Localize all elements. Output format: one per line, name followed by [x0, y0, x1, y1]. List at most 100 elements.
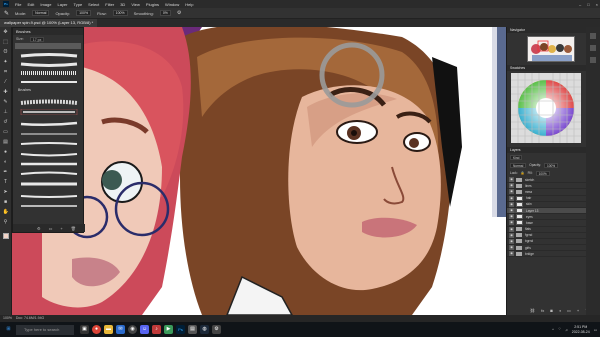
clone-stamp-icon[interactable]: ⊥ [3, 109, 9, 115]
brush-tool-icon[interactable]: ✎ [4, 10, 9, 17]
type-tool-icon[interactable]: T [3, 179, 9, 185]
dodge-tool-icon[interactable]: ◐ [3, 159, 9, 165]
opacity-field[interactable]: 100% [76, 10, 92, 16]
obs-icon[interactable]: ◉ [128, 325, 137, 334]
brush-preset-3[interactable] [19, 69, 79, 77]
visibility-eye-icon[interactable]: ◉ [509, 232, 514, 238]
foreground-color-swatch[interactable] [2, 233, 9, 239]
brush-preset-15[interactable] [19, 203, 79, 209]
photoshop-logo-icon[interactable]: Ps [3, 1, 9, 7]
menu-3d[interactable]: 3D [120, 2, 125, 7]
maximize-icon[interactable]: □ [587, 2, 589, 7]
menu-layer[interactable]: Layer [57, 2, 67, 7]
group-folder-icon[interactable]: ▭ [567, 308, 571, 313]
brush-preset-2[interactable] [19, 61, 79, 67]
new-brush-icon[interactable]: + [60, 226, 62, 231]
navigator-thumbnail[interactable] [527, 36, 575, 62]
smoothing-field[interactable]: 0% [159, 10, 171, 16]
trash-icon[interactable]: 🗑 [71, 226, 76, 231]
menu-window[interactable]: Window [165, 2, 179, 7]
brush-preset-13[interactable] [19, 181, 79, 187]
history-icon[interactable] [590, 33, 596, 39]
notifications-icon[interactable]: ▭ [594, 328, 597, 332]
marquee-tool-icon[interactable]: ⬚ [3, 39, 9, 45]
mail-icon[interactable]: ✉ [116, 325, 125, 334]
visibility-eye-icon[interactable]: ◉ [509, 238, 514, 244]
navigator-panel-title[interactable]: Navigator [507, 27, 586, 33]
visibility-eye-icon[interactable]: ◉ [509, 177, 514, 183]
fx-icon[interactable]: fx [541, 308, 544, 313]
explorer-icon[interactable]: ▬ [104, 325, 113, 334]
brush-preset-7[interactable] [19, 121, 79, 127]
brush-preset-9[interactable] [19, 141, 79, 147]
visibility-eye-icon[interactable]: ◉ [509, 208, 514, 214]
canvas[interactable] [12, 27, 506, 315]
visibility-eye-icon[interactable]: ◉ [509, 214, 514, 220]
gradient-tool-icon[interactable]: ▤ [3, 139, 9, 145]
settings-gear-icon[interactable]: ⚙ [177, 10, 181, 16]
windows-start-icon[interactable]: ⊞ [4, 325, 13, 334]
quick-select-tool-icon[interactable]: ✦ [3, 59, 9, 65]
properties-icon[interactable] [590, 45, 596, 51]
move-tool-icon[interactable]: ✥ [3, 29, 9, 35]
menu-file[interactable]: File [15, 2, 21, 7]
new-folder-icon[interactable]: ▭ [49, 226, 53, 231]
mode-select[interactable]: Normal [32, 10, 50, 16]
visibility-eye-icon[interactable]: ◉ [509, 189, 514, 195]
layer-row[interactable]: ◉ bridge [507, 251, 586, 258]
path-select-icon[interactable]: ➤ [3, 189, 9, 195]
clock[interactable]: 2:51 PM 2022-08-24 [572, 325, 590, 334]
pen-tool-icon[interactable]: ✒ [3, 169, 9, 175]
brush-size-field[interactable]: 17 px [29, 36, 45, 42]
artwork[interactable] [12, 27, 506, 315]
menu-image[interactable]: Image [40, 2, 51, 7]
visibility-eye-icon[interactable]: ◉ [509, 245, 514, 251]
zoom-readout[interactable]: 100% [3, 316, 12, 320]
zoom-tool-icon[interactable]: ⚲ [3, 219, 9, 225]
media-icon[interactable]: ▶ [164, 325, 173, 334]
volume-icon[interactable]: ♫ [565, 328, 568, 332]
crop-tool-icon[interactable]: ⌗ [3, 69, 9, 75]
discord-icon[interactable]: ☺ [140, 325, 149, 334]
swatches-panel-title[interactable]: Swatches [507, 65, 586, 71]
swatch-grid[interactable] [511, 73, 581, 143]
eyedropper-tool-icon[interactable]: ⁄ [3, 79, 9, 85]
menu-filter[interactable]: Filter [105, 2, 114, 7]
hand-tool-icon[interactable]: ✋ [3, 209, 9, 215]
new-layer-icon[interactable]: + [577, 308, 579, 313]
menu-help[interactable]: Help [185, 2, 193, 7]
document-tab[interactable]: wallpaper spin.9.psd @ 100% (Layer 13, R… [0, 19, 98, 27]
brush-tool-icon[interactable]: ✎ [3, 99, 9, 105]
network-icon[interactable]: ⌔ [558, 327, 561, 332]
visibility-eye-icon[interactable]: ◉ [509, 226, 514, 232]
menu-plugins[interactable]: Plugins [146, 2, 159, 7]
flow-field[interactable]: 100% [112, 10, 128, 16]
brush-preset-8[interactable] [19, 131, 79, 137]
visibility-eye-icon[interactable]: ◉ [509, 183, 514, 189]
visibility-eye-icon[interactable]: ◉ [509, 220, 514, 226]
settings-app-icon[interactable]: ⚙ [212, 325, 221, 334]
blend-mode-select[interactable]: Normal [510, 162, 527, 168]
channels-icon[interactable] [590, 57, 596, 63]
brush-preset-6[interactable] [19, 109, 79, 115]
mask-icon[interactable]: ◙ [550, 308, 552, 313]
brush-preset-14[interactable] [19, 193, 79, 199]
close-icon[interactable]: × [596, 2, 598, 7]
layer-opacity-field[interactable]: 100% [543, 162, 559, 168]
music-icon[interactable]: ♪ [152, 325, 161, 334]
brush-folder[interactable]: Brushes [13, 87, 31, 93]
brush-preset-5[interactable] [19, 99, 79, 107]
healing-brush-icon[interactable]: ✚ [3, 89, 9, 95]
blur-tool-icon[interactable]: ● [3, 149, 9, 155]
menu-type[interactable]: Type [74, 2, 83, 7]
lasso-tool-icon[interactable]: ʘ [3, 49, 9, 55]
visibility-eye-icon[interactable]: ◉ [509, 195, 514, 201]
eraser-tool-icon[interactable]: ▭ [3, 129, 9, 135]
steam-icon[interactable]: ◍ [200, 325, 209, 334]
tray-chevron-icon[interactable]: ^ [552, 328, 554, 332]
menu-view[interactable]: View [131, 2, 140, 7]
lock-icon[interactable]: 🔒 [521, 171, 525, 175]
minimize-icon[interactable]: – [579, 2, 581, 7]
brush-preset-10[interactable] [19, 151, 79, 157]
shape-tool-icon[interactable]: ■ [3, 199, 9, 205]
